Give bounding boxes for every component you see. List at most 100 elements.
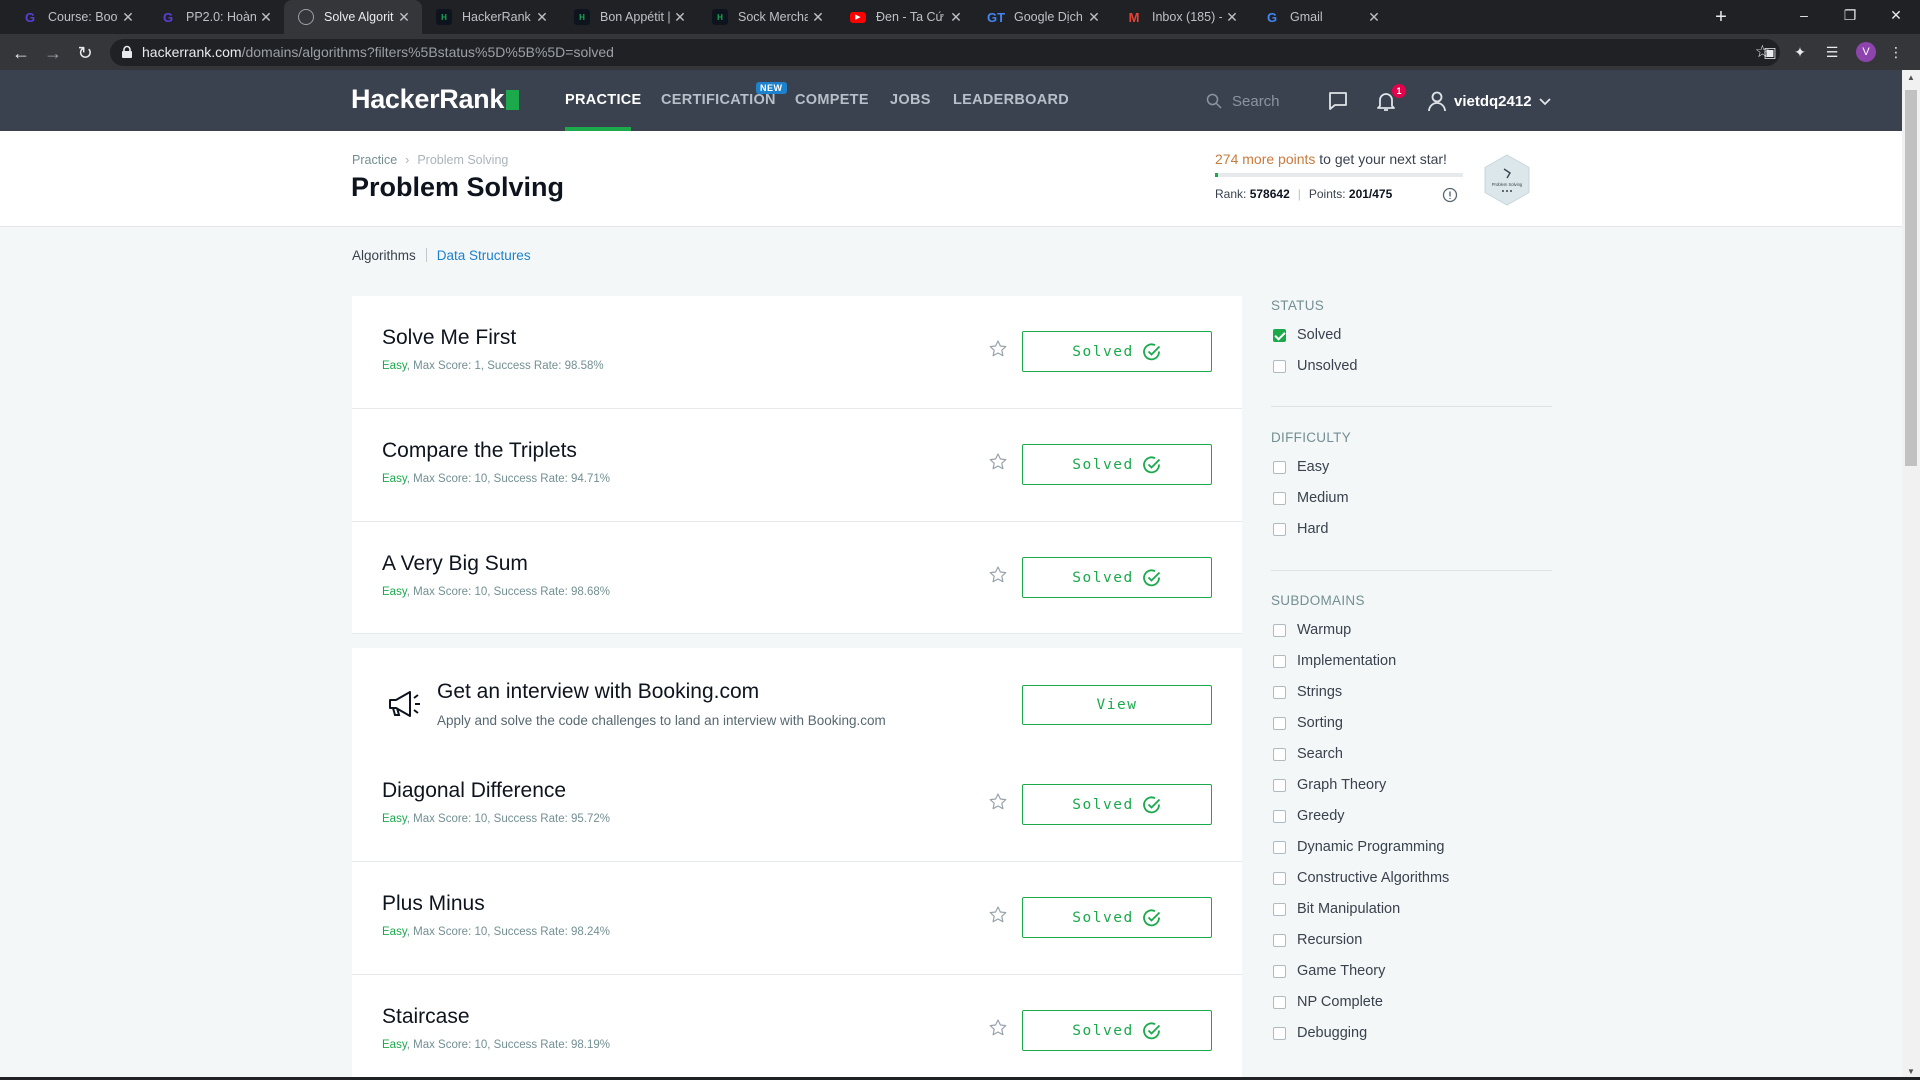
browser-tab[interactable]: ▶ Đen - Ta Cứ Đi Cùng✕: [836, 0, 974, 34]
filter-option-search[interactable]: Search: [1273, 746, 1343, 762]
solved-button[interactable]: Solved: [1022, 444, 1212, 485]
close-window-button[interactable]: ✕: [1873, 0, 1919, 30]
filter-option-unsolved[interactable]: Unsolved: [1273, 358, 1357, 374]
challenge-title[interactable]: Compare the Triplets: [382, 439, 577, 463]
bookmark-star-icon[interactable]: [988, 905, 1008, 925]
checkbox[interactable]: [1273, 995, 1286, 1009]
search-input[interactable]: Search: [1206, 90, 1280, 112]
checkbox[interactable]: [1273, 328, 1286, 342]
subnav-data-structures[interactable]: Data Structures: [437, 248, 531, 263]
browser-tab[interactable]: G Course: Bootcamp F✕: [8, 0, 146, 34]
minimize-button[interactable]: –: [1781, 0, 1827, 30]
checkbox[interactable]: [1273, 778, 1286, 792]
tab-close-icon[interactable]: ✕: [532, 9, 552, 26]
filter-option-bit-manipulation[interactable]: Bit Manipulation: [1273, 901, 1400, 917]
new-tab-button[interactable]: +: [1708, 4, 1734, 30]
challenge-card[interactable]: Solve Me First Easy, Max Score: 1, Succes…: [352, 296, 1242, 409]
browser-tab[interactable]: GT Google Dịch ✕: [974, 0, 1112, 34]
profile-avatar[interactable]: V: [1856, 42, 1876, 62]
back-icon[interactable]: ←: [8, 40, 34, 66]
filter-option-medium[interactable]: Medium: [1273, 490, 1349, 506]
tab-close-icon[interactable]: ✕: [1364, 9, 1384, 26]
hackerrank-logo[interactable]: HackerRank: [351, 84, 520, 115]
filter-option-hard[interactable]: Hard: [1273, 521, 1328, 537]
filter-option-debugging[interactable]: Debugging: [1273, 1025, 1367, 1041]
filter-option-solved[interactable]: Solved: [1273, 327, 1341, 343]
filter-option-warmup[interactable]: Warmup: [1273, 622, 1351, 638]
checkbox[interactable]: [1273, 964, 1286, 978]
view-button[interactable]: View: [1022, 685, 1212, 725]
nav-compete[interactable]: COMPETE: [795, 92, 869, 108]
page-scrollbar[interactable]: ▲ ▼: [1902, 70, 1920, 1080]
checkbox[interactable]: [1273, 623, 1286, 637]
checkbox[interactable]: [1273, 460, 1286, 474]
checkbox[interactable]: [1273, 359, 1286, 373]
challenge-card[interactable]: Compare the Triplets Easy, Max Score: 10,…: [352, 409, 1242, 522]
scrollbar-thumb[interactable]: [1905, 90, 1917, 466]
challenge-card[interactable]: Staircase Easy, Max Score: 10, Success Ra…: [352, 975, 1242, 1080]
media-icon[interactable]: ☰: [1822, 42, 1842, 62]
address-bar[interactable]: hackerrank.com/domains/algorithms?filter…: [110, 39, 1780, 66]
browser-tab[interactable]: H Bon Appétit | Hacke✕: [560, 0, 698, 34]
breadcrumb-practice[interactable]: Practice: [352, 153, 397, 167]
filter-option-sorting[interactable]: Sorting: [1273, 715, 1343, 731]
filter-option-np-complete[interactable]: NP Complete: [1273, 994, 1383, 1010]
tab-close-icon[interactable]: ✕: [118, 9, 138, 26]
filter-option-dynamic-programming[interactable]: Dynamic Programming: [1273, 839, 1444, 855]
challenge-card[interactable]: A Very Big Sum Easy, Max Score: 10, Succe…: [352, 522, 1242, 634]
checkbox[interactable]: [1273, 522, 1286, 536]
tab-close-icon[interactable]: ✕: [670, 9, 690, 26]
browser-tab[interactable]: H Sock Merchant | Ha✕: [698, 0, 836, 34]
tab-close-icon[interactable]: ✕: [1084, 9, 1104, 26]
messages-icon[interactable]: [1326, 89, 1350, 113]
bookmark-star-icon[interactable]: [988, 792, 1008, 812]
tab-close-icon[interactable]: ✕: [1222, 9, 1242, 26]
browser-tab[interactable]: M Inbox (185) - vietdq✕: [1112, 0, 1250, 34]
checkbox[interactable]: [1273, 840, 1286, 854]
checkbox[interactable]: [1273, 491, 1286, 505]
bookmark-star-icon[interactable]: [988, 1018, 1008, 1038]
challenge-title[interactable]: Solve Me First: [382, 326, 516, 350]
checkbox[interactable]: [1273, 654, 1286, 668]
scroll-up-icon[interactable]: ▲: [1902, 70, 1920, 86]
filter-option-easy[interactable]: Easy: [1273, 459, 1329, 475]
browser-tab[interactable]: Solve Algorithms | H✕: [284, 0, 422, 34]
solved-button[interactable]: Solved: [1022, 557, 1212, 598]
solved-button[interactable]: Solved: [1022, 331, 1212, 372]
tab-close-icon[interactable]: ✕: [256, 9, 276, 26]
bookmark-star-icon[interactable]: [988, 339, 1008, 359]
browser-tab[interactable]: H HackerRank ✕: [422, 0, 560, 34]
filter-option-greedy[interactable]: Greedy: [1273, 808, 1345, 824]
extension-icon[interactable]: ▣: [1760, 42, 1780, 62]
checkbox[interactable]: [1273, 747, 1286, 761]
checkbox[interactable]: [1273, 871, 1286, 885]
bookmark-star-icon[interactable]: [988, 452, 1008, 472]
filter-option-constructive-algorithms[interactable]: Constructive Algorithms: [1273, 870, 1449, 886]
problem-solving-badge[interactable]: Problem Solving: [1480, 153, 1534, 207]
tab-close-icon[interactable]: ✕: [946, 9, 966, 26]
browser-tab[interactable]: G PP2.0: Hoàn thành 2✕: [146, 0, 284, 34]
challenge-title[interactable]: Plus Minus: [382, 892, 485, 916]
browser-tab[interactable]: G Gmail ✕: [1250, 0, 1392, 34]
checkbox[interactable]: [1273, 902, 1286, 916]
filter-option-recursion[interactable]: Recursion: [1273, 932, 1362, 948]
subnav-algorithms[interactable]: Algorithms: [352, 248, 416, 263]
filter-option-implementation[interactable]: Implementation: [1273, 653, 1396, 669]
info-icon[interactable]: [1442, 187, 1458, 203]
filter-option-graph-theory[interactable]: Graph Theory: [1273, 777, 1386, 793]
forward-icon[interactable]: →: [40, 40, 66, 66]
solved-button[interactable]: Solved: [1022, 897, 1212, 938]
filter-option-game-theory[interactable]: Game Theory: [1273, 963, 1385, 979]
solved-button[interactable]: Solved: [1022, 784, 1212, 825]
challenge-card[interactable]: Diagonal Difference Easy, Max Score: 10, …: [352, 749, 1242, 862]
tab-close-icon[interactable]: ✕: [394, 9, 414, 26]
user-menu[interactable]: vietdq2412: [1426, 90, 1552, 112]
checkbox[interactable]: [1273, 716, 1286, 730]
nav-leaderboard[interactable]: LEADERBOARD: [953, 92, 1069, 108]
challenge-title[interactable]: Staircase: [382, 1005, 470, 1029]
checkbox[interactable]: [1273, 1026, 1286, 1040]
filter-option-strings[interactable]: Strings: [1273, 684, 1342, 700]
restore-button[interactable]: ❐: [1827, 0, 1873, 30]
checkbox[interactable]: [1273, 809, 1286, 823]
bookmark-star-icon[interactable]: [988, 565, 1008, 585]
